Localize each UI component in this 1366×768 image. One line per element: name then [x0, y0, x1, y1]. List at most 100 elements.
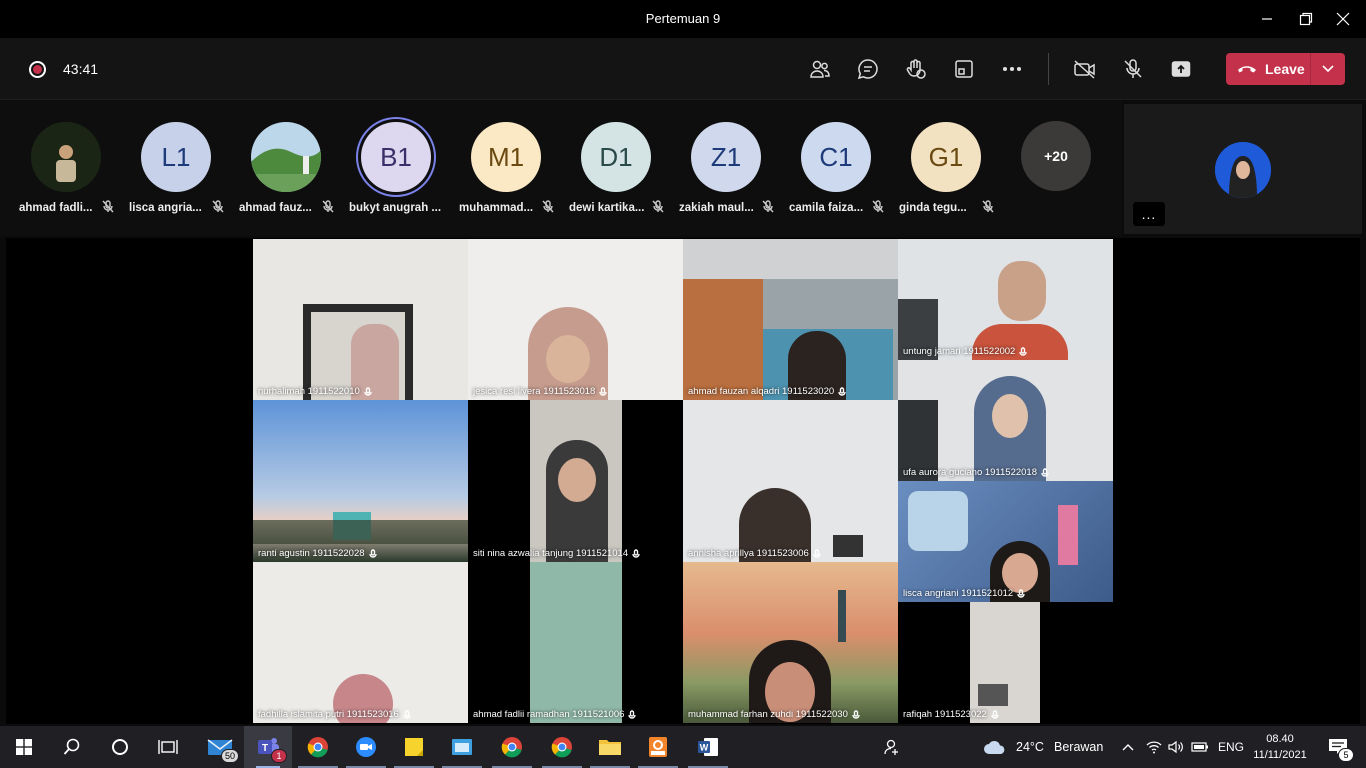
video-tile[interactable]: jesica resi livera 1911523018	[468, 239, 683, 400]
participant-label: muhammad farhan zuhdi 1911522030	[688, 709, 860, 720]
mic-icon	[403, 709, 411, 719]
hang-up-icon	[1238, 66, 1256, 73]
weather-button[interactable]	[978, 726, 1012, 768]
video-tile[interactable]: ufa aurora guciano 1911522018	[898, 360, 1113, 481]
mic-icon	[1041, 467, 1049, 477]
participant-name: zakiah maul...	[679, 202, 754, 214]
video-tile[interactable]: annisha aprillya 1911523006	[683, 400, 898, 562]
teams-app-button[interactable]: T 1	[244, 726, 292, 768]
task-view-button[interactable]	[144, 726, 192, 768]
participant-label: fadhilla islamita putri 1911523016	[258, 709, 411, 720]
raise-hand-icon	[906, 59, 926, 79]
participant-name: bukyt anugrah ...	[349, 202, 441, 214]
video-tile[interactable]: siti nina azwalia tanjung 1911521014	[468, 400, 683, 562]
video-grid: nurhalimah 1911522010 ranti agustin 1911…	[253, 239, 1113, 723]
avatar: G1	[911, 122, 981, 192]
speaker-icon	[1168, 740, 1183, 754]
participant-card[interactable]: Z1 zakiah maul...	[674, 120, 784, 220]
notification-count: 5	[1338, 748, 1354, 762]
mic-toggle-button[interactable]	[1117, 53, 1149, 85]
mic-off-icon	[212, 200, 224, 218]
more-participants-button[interactable]: +20	[1021, 121, 1091, 191]
participant-card[interactable]: ahmad fauz...	[234, 120, 344, 220]
input-language[interactable]: ENG	[1218, 740, 1244, 754]
volume-button[interactable]	[1164, 726, 1188, 768]
zoom-app-button[interactable]	[342, 726, 390, 768]
leave-options-button[interactable]	[1311, 53, 1345, 85]
mic-icon	[632, 548, 640, 558]
video-tile[interactable]: lisca angriani 1911521012	[898, 481, 1113, 602]
windows-taskbar: 50 T 1 W 24°C Berawan ENG 08.40 11/11/20…	[0, 726, 1366, 768]
video-tile[interactable]: rafiqah 1911523022	[898, 602, 1113, 723]
mic-icon	[1019, 346, 1028, 356]
participant-card[interactable]: B1 bukyt anugrah ...	[344, 120, 454, 220]
participant-label: lisca angriani 1911521012	[903, 588, 1025, 599]
participant-name: camila faiza...	[789, 202, 864, 214]
camera-off-icon	[1074, 60, 1095, 79]
avatar: B1	[361, 122, 431, 192]
video-tile[interactable]: ahmad fauzan alqadri 1911523020	[683, 239, 898, 400]
people-button[interactable]	[868, 726, 916, 768]
video-tile[interactable]: fadhilla islamita putri 1911523016	[253, 562, 468, 723]
start-button[interactable]	[0, 726, 48, 768]
pdf-app-button[interactable]	[634, 726, 682, 768]
rooms-button[interactable]	[948, 53, 980, 85]
video-tile[interactable]: ahmad fadlii ramadhan 1911521006	[468, 562, 683, 723]
more-actions-button[interactable]	[996, 53, 1028, 85]
chrome-app-button[interactable]	[294, 726, 342, 768]
chrome-app-button-2[interactable]	[488, 726, 536, 768]
participant-label: ufa aurora guciano 1911522018	[903, 467, 1049, 478]
video-tile[interactable]: untung jamari 1911522002	[898, 239, 1113, 360]
participant-label: ahmad fauzan alqadri 1911523020	[688, 386, 846, 397]
network-button[interactable]	[1142, 726, 1166, 768]
mic-off-icon	[542, 200, 554, 218]
video-tile[interactable]: nurhalimah 1911522010	[253, 239, 468, 400]
title-bar: Pertemuan 9	[0, 0, 1366, 38]
battery-icon	[1191, 742, 1208, 752]
leave-button[interactable]: Leave	[1226, 53, 1345, 85]
reactions-button[interactable]	[900, 53, 932, 85]
video-tile[interactable]: muhammad farhan zuhdi 1911522030	[683, 562, 898, 723]
mic-icon	[1017, 588, 1025, 598]
participant-card[interactable]: L1 lisca angria...	[124, 120, 234, 220]
avatar	[251, 122, 321, 192]
participant-card[interactable]: M1 muhammad...	[454, 120, 564, 220]
participant-card[interactable]: D1 dewi kartika...	[564, 120, 674, 220]
word-app-button[interactable]: W	[684, 726, 732, 768]
participant-strip: ahmad fadli... L1 lisca angria... ahmad …	[0, 100, 1122, 236]
video-tile[interactable]: ranti agustin 1911522028	[253, 400, 468, 562]
mic-off-icon	[982, 200, 994, 218]
sticky-notes-app-button[interactable]	[390, 726, 438, 768]
weather-temperature[interactable]: 24°C	[1016, 740, 1044, 754]
participant-card[interactable]: C1 camila faiza...	[784, 120, 894, 220]
self-view-options-button[interactable]: ...	[1133, 202, 1165, 226]
show-hidden-icons-button[interactable]	[1116, 726, 1140, 768]
weather-condition[interactable]: Berawan	[1054, 740, 1103, 754]
show-chat-button[interactable]	[852, 53, 884, 85]
cortana-icon	[112, 739, 128, 755]
system-clock[interactable]: 08.40 11/11/2021	[1245, 731, 1315, 763]
leave-label: Leave	[1265, 61, 1305, 77]
close-button[interactable]	[1320, 0, 1366, 38]
share-content-button[interactable]	[1165, 53, 1197, 85]
mail-app-button[interactable]: 50	[196, 726, 244, 768]
leave-main[interactable]: Leave	[1226, 53, 1311, 85]
control-panel-app-button[interactable]	[438, 726, 486, 768]
chrome-profile-app-button[interactable]	[538, 726, 586, 768]
windows-icon	[16, 739, 32, 755]
cortana-button[interactable]	[96, 726, 144, 768]
toolbar-divider	[1048, 53, 1049, 85]
camera-toggle-button[interactable]	[1069, 53, 1101, 85]
search-button[interactable]	[48, 726, 96, 768]
action-center-button[interactable]: 5	[1318, 726, 1358, 768]
battery-button[interactable]	[1188, 726, 1212, 768]
participant-label: rafiqah 1911523022	[903, 709, 999, 720]
participant-card[interactable]: ahmad fadli...	[14, 120, 124, 220]
mic-icon	[838, 386, 846, 396]
show-participants-button[interactable]	[804, 53, 836, 85]
chevron-up-icon	[1122, 744, 1134, 751]
file-explorer-app-button[interactable]	[586, 726, 634, 768]
avatar: D1	[581, 122, 651, 192]
participant-card[interactable]: G1 ginda tegu...	[894, 120, 1004, 220]
participant-label: siti nina azwalia tanjung 1911521014	[473, 548, 640, 559]
